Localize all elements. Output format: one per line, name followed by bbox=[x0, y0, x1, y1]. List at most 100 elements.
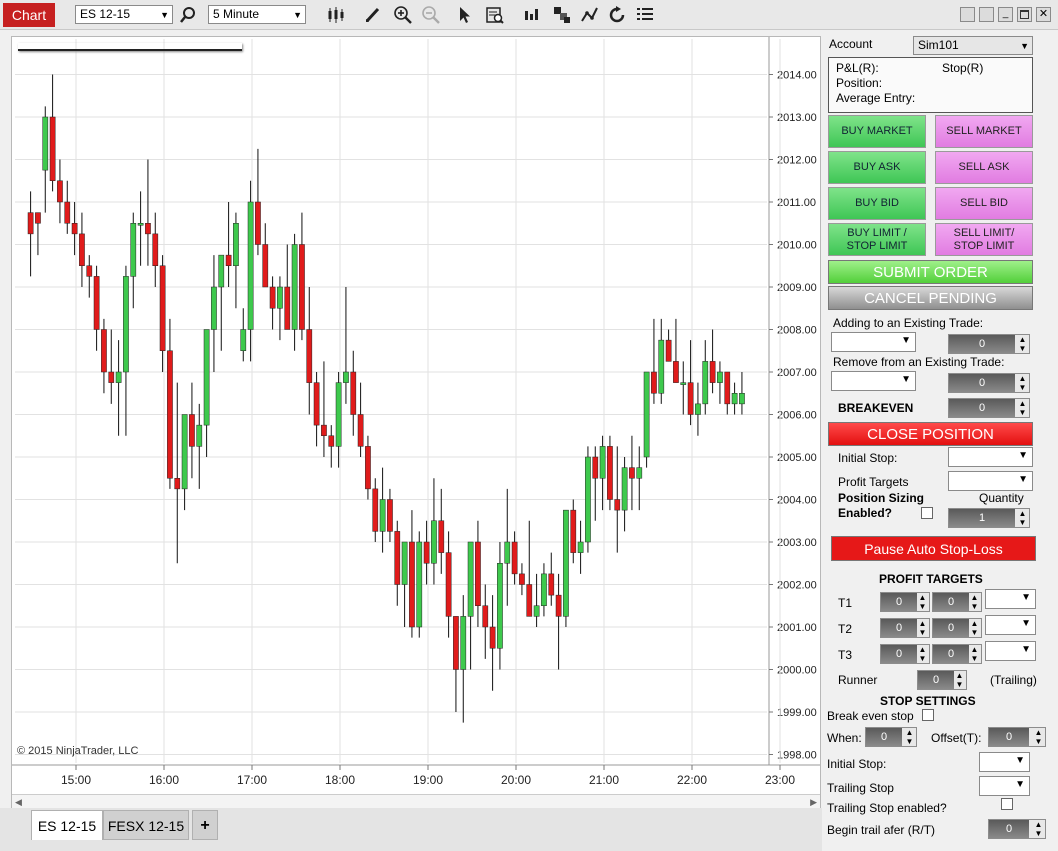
add-tab-button[interactable]: + bbox=[192, 810, 218, 840]
position-sizing-checkbox[interactable] bbox=[921, 507, 933, 519]
offset-stepper[interactable]: 0 ▲ ▼ bbox=[988, 727, 1046, 747]
stepper-arrows-icon[interactable]: ▲ ▼ bbox=[969, 619, 980, 637]
submit-order-button[interactable]: SUBMIT ORDER bbox=[828, 260, 1033, 284]
candle-up bbox=[277, 286, 283, 309]
pencil-icon[interactable] bbox=[363, 5, 383, 25]
buy-limit-button[interactable]: BUY LIMIT / STOP LIMIT bbox=[828, 223, 926, 256]
indicators-icon[interactable] bbox=[580, 5, 600, 25]
reload-icon[interactable] bbox=[607, 5, 627, 25]
tab-fesx[interactable]: FESX 12-15 bbox=[103, 810, 189, 840]
break-even-stop-checkbox[interactable] bbox=[922, 709, 934, 721]
maximize-icon[interactable] bbox=[1017, 7, 1032, 22]
candle-up bbox=[233, 223, 239, 266]
trailing-enabled-checkbox[interactable] bbox=[1001, 798, 1013, 810]
trailing-stop-dropdown[interactable]: ▼ bbox=[979, 776, 1030, 796]
stepper-arrows-icon[interactable]: ▲ ▼ bbox=[904, 728, 915, 746]
sell-market-button[interactable]: SELL MARKET bbox=[935, 115, 1033, 148]
properties-icon[interactable] bbox=[552, 5, 572, 25]
candle-down bbox=[453, 616, 459, 670]
stepper-arrows-icon[interactable]: ▲ ▼ bbox=[917, 645, 928, 663]
initial-stop-2-dropdown[interactable]: ▼ bbox=[979, 752, 1030, 772]
candle-down bbox=[152, 233, 159, 266]
candle-down bbox=[101, 329, 107, 373]
y-tick-label: 1999.00 bbox=[777, 707, 817, 719]
t1-ticks-stepper[interactable]: 0 ▲ ▼ bbox=[880, 592, 930, 612]
stepper-arrows-icon[interactable]: ▲ ▼ bbox=[1017, 374, 1028, 392]
interval-select[interactable]: 5 Minute ▼ bbox=[208, 5, 306, 24]
chart-panel[interactable]: 2014.00 2013.00 2012.00 2011.00 2010.00 2009.… bbox=[11, 36, 821, 808]
buy-market-button[interactable]: BUY MARKET bbox=[828, 115, 926, 148]
when-stepper[interactable]: 0 ▲ ▼ bbox=[865, 727, 917, 747]
cursor-icon[interactable] bbox=[455, 5, 475, 25]
buy-bid-button[interactable]: BUY BID bbox=[828, 187, 926, 220]
sell-ask-button[interactable]: SELL ASK bbox=[935, 151, 1033, 184]
remove-label: Remove from an Existing Trade: bbox=[833, 355, 1005, 369]
quantity-stepper[interactable]: 1 ▲ ▼ bbox=[948, 508, 1030, 528]
begin-trail-stepper[interactable]: 0 ▲ ▼ bbox=[988, 819, 1046, 839]
t1-qty-stepper[interactable]: 0 ▲ ▼ bbox=[932, 592, 982, 612]
t2-ticks-stepper[interactable]: 0 ▲ ▼ bbox=[880, 618, 930, 638]
sell-bid-button[interactable]: SELL BID bbox=[935, 187, 1033, 220]
cancel-pending-button[interactable]: CANCEL PENDING bbox=[828, 286, 1033, 310]
profit-targets-dropdown[interactable]: ▼ bbox=[948, 471, 1033, 491]
stepper-arrows-icon[interactable]: ▲ ▼ bbox=[917, 619, 928, 637]
zoom-out-icon[interactable] bbox=[421, 5, 441, 25]
candle-up bbox=[240, 329, 247, 351]
bars-icon[interactable] bbox=[522, 5, 542, 25]
remove-qty-stepper[interactable]: 0 ▲ ▼ bbox=[948, 373, 1030, 393]
data-box-icon[interactable] bbox=[485, 5, 505, 25]
stepper-arrows-icon[interactable]: ▲ ▼ bbox=[1017, 335, 1028, 353]
chevron-down-icon: ▼ bbox=[1018, 450, 1028, 461]
buy-ask-button[interactable]: BUY ASK bbox=[828, 151, 926, 184]
stepper-arrows-icon[interactable]: ▲ ▼ bbox=[1033, 820, 1044, 838]
t2-qty-stepper[interactable]: 0 ▲ ▼ bbox=[932, 618, 982, 638]
t1-dropdown[interactable]: ▼ bbox=[985, 589, 1036, 609]
candle-up bbox=[702, 361, 709, 405]
stepper-arrows-icon[interactable]: ▲ ▼ bbox=[1017, 509, 1028, 527]
candle-down bbox=[321, 424, 327, 436]
stepper-arrows-icon[interactable]: ▲ ▼ bbox=[969, 645, 980, 663]
account-select[interactable]: Sim101 ▼ bbox=[913, 36, 1033, 55]
breakeven-qty-stepper[interactable]: 0 ▲ ▼ bbox=[948, 398, 1030, 418]
sell-limit-button[interactable]: SELL LIMIT/ STOP LIMIT bbox=[935, 223, 1033, 256]
t2-dropdown[interactable]: ▼ bbox=[985, 615, 1036, 635]
y-tick-label: 2004.00 bbox=[777, 495, 817, 507]
pause-stop-loss-button[interactable]: Pause Auto Stop-Loss bbox=[831, 536, 1036, 561]
y-tick-label: 2006.00 bbox=[777, 410, 817, 422]
tab-es[interactable]: ES 12-15 bbox=[31, 810, 103, 840]
search-icon[interactable] bbox=[178, 5, 198, 25]
zoom-in-icon[interactable] bbox=[393, 5, 413, 25]
adding-qty-stepper[interactable]: 0 ▲ ▼ bbox=[948, 334, 1030, 354]
minimize-icon[interactable]: _ bbox=[998, 7, 1013, 22]
restore-icon[interactable] bbox=[960, 7, 975, 22]
t3-ticks-stepper[interactable]: 0 ▲ ▼ bbox=[880, 644, 930, 664]
runner-stepper[interactable]: 0 ▲ ▼ bbox=[917, 670, 967, 690]
adding-type-dropdown[interactable]: ▼ bbox=[831, 332, 916, 352]
horizontal-scrollbar[interactable]: ◀ ▶ bbox=[12, 794, 820, 808]
y-tick-label: 1998.00 bbox=[777, 750, 817, 762]
close-icon[interactable]: ✕ bbox=[1036, 7, 1051, 22]
legend-marker bbox=[18, 43, 242, 51]
t3-qty-stepper[interactable]: 0 ▲ ▼ bbox=[932, 644, 982, 664]
instrument-select[interactable]: ES 12-15 ▼ bbox=[75, 5, 173, 24]
chart-tab[interactable]: Chart bbox=[3, 3, 55, 27]
stepper-arrows-icon[interactable]: ▲ ▼ bbox=[1017, 399, 1028, 417]
candlestick-chart[interactable]: 2014.00 2013.00 2012.00 2011.00 2010.00 2009.… bbox=[12, 37, 820, 793]
initial-stop-dropdown[interactable]: ▼ bbox=[948, 447, 1033, 467]
stepper-arrows-icon[interactable]: ▲ ▼ bbox=[969, 593, 980, 611]
stepper-arrows-icon[interactable]: ▲ ▼ bbox=[954, 671, 965, 689]
scroll-left-icon[interactable]: ◀ bbox=[15, 797, 22, 808]
candle-down bbox=[651, 371, 657, 394]
remove-type-dropdown[interactable]: ▼ bbox=[831, 371, 916, 391]
stepper-arrows-icon[interactable]: ▲ ▼ bbox=[1033, 728, 1044, 746]
candle-down bbox=[35, 212, 41, 224]
scroll-right-icon[interactable]: ▶ bbox=[810, 797, 817, 808]
t3-dropdown[interactable]: ▼ bbox=[985, 641, 1036, 661]
candle-down bbox=[299, 244, 305, 330]
stepper-arrows-icon[interactable]: ▲ ▼ bbox=[917, 593, 928, 611]
pin-icon[interactable] bbox=[979, 7, 994, 22]
list-icon[interactable] bbox=[635, 5, 655, 25]
candle-down bbox=[687, 382, 694, 415]
candlestick-icon[interactable] bbox=[326, 5, 346, 25]
close-position-button[interactable]: CLOSE POSITION bbox=[828, 422, 1033, 446]
